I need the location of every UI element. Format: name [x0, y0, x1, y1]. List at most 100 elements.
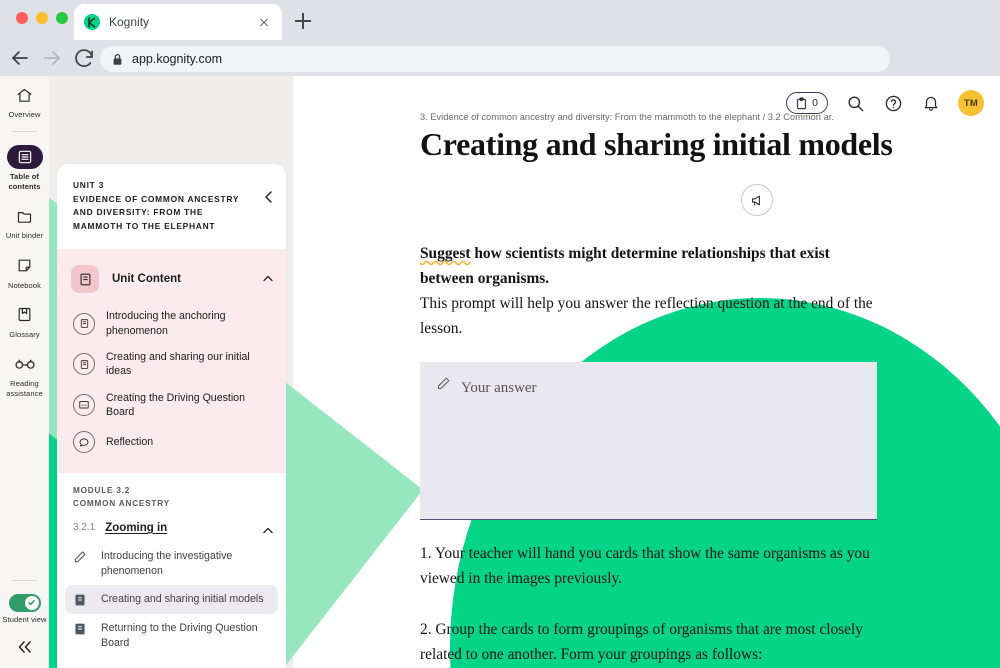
sidebar-item-table-of-contents[interactable]: Table of contents	[0, 138, 49, 197]
reload-icon[interactable]	[72, 46, 96, 70]
folder-icon	[7, 204, 43, 228]
module-kicker-line2: COMMON ANCESTRY	[73, 498, 170, 508]
back-arrow-icon[interactable]	[8, 46, 32, 70]
book-icon	[73, 621, 89, 636]
unit-content-section: Unit Content Introducing the anchoring p…	[57, 249, 286, 474]
clipboard-chip[interactable]: 0	[786, 92, 828, 114]
toc-item-creating-driving-question-board[interactable]: Creating the Driving Question Board	[57, 385, 286, 426]
prompt-heading-rest: how scientists might determine relations…	[420, 245, 830, 287]
search-icon[interactable]	[844, 92, 866, 114]
new-tab-button[interactable]	[292, 10, 314, 32]
student-view-toggle[interactable]: Student view	[0, 587, 49, 630]
close-icon[interactable]	[256, 14, 272, 30]
megaphone-icon[interactable]	[741, 184, 773, 216]
table-of-contents-panel: UNIT 3 EVIDENCE OF COMMON ANCESTRY AND D…	[57, 164, 286, 668]
prompt-heading: Suggest how scientists might determine r…	[420, 242, 880, 292]
lesson-subitem-label: Returning to the Driving Question Board	[101, 622, 258, 650]
breadcrumb: 3. Evidence of common ancestry and diver…	[420, 112, 834, 122]
page-title: Creating and sharing initial models	[420, 126, 893, 162]
book-circle-icon	[73, 353, 95, 376]
chevron-up-icon[interactable]	[262, 273, 274, 285]
sidebar-item-label: Notebook	[8, 280, 41, 290]
unit-header: UNIT 3 EVIDENCE OF COMMON ANCESTRY AND D…	[57, 164, 286, 250]
lesson-subitem-returning-driving-question-board[interactable]: Returning to the Driving Question Board	[65, 614, 278, 658]
spellcheck-underlined-word: Suggest	[420, 245, 471, 262]
left-navigation-rail: Overview Table of contents Unit binder N…	[0, 76, 49, 668]
book-icon	[7, 303, 43, 327]
forward-arrow-icon[interactable]	[40, 46, 64, 70]
address-bar[interactable]: app.kognity.com	[100, 46, 890, 72]
browser-tab-kognity[interactable]: Kognity	[74, 4, 282, 40]
sidebar-item-label: Glossary	[9, 329, 40, 339]
book-icon	[71, 265, 99, 294]
toc-item-label: Introducing the anchoring phenomenon	[106, 310, 226, 337]
sidebar-item-label: Reading assistance	[6, 379, 43, 398]
article-body: Suggest how scientists might determine r…	[420, 242, 880, 668]
lesson-number: 3.2.1	[73, 522, 96, 534]
main-content: 0 TM 3. Evidence of common ancestry and …	[293, 76, 1000, 668]
unit-label: UNIT 3	[73, 180, 105, 190]
avatar[interactable]: TM	[958, 90, 984, 116]
url-text: app.kognity.com	[132, 52, 223, 66]
home-icon	[7, 83, 43, 107]
lesson-subitem-label: Introducing the investigative phenomenon	[101, 549, 233, 577]
answer-placeholder: Your answer	[461, 379, 537, 396]
book-circle-icon	[73, 312, 95, 335]
sidebar-item-glossary[interactable]: Glossary	[0, 296, 49, 345]
module-kicker-line1: MODULE 3.2	[73, 486, 131, 496]
rail-divider	[12, 131, 37, 133]
rail-divider-bottom	[12, 579, 37, 581]
note-icon	[7, 254, 43, 278]
glasses-icon	[7, 352, 43, 376]
sidebar-item-label: Unit binder	[5, 231, 44, 241]
toc-navigation: All units	[57, 658, 286, 668]
sidebar-item-overview[interactable]: Overview	[0, 76, 49, 125]
bell-icon[interactable]	[920, 92, 942, 114]
toc-item-label: Creating and sharing our initial ideas	[106, 351, 250, 378]
tab-title: Kognity	[109, 15, 150, 29]
browser-toolbar: app.kognity.com	[0, 40, 1000, 103]
clipboard-count: 0	[812, 97, 818, 109]
toc-item-label: Creating the Driving Question Board	[106, 391, 245, 418]
toc-item-label: Reflection	[106, 436, 154, 449]
sidebar-item-reading-assistance[interactable]: Reading assistance	[0, 345, 49, 404]
lesson-subitem-label: Creating and sharing initial models	[101, 593, 264, 606]
tab-strip: Kognity	[0, 0, 1000, 40]
lesson-subitem-creating-sharing-initial-models[interactable]: Creating and sharing initial models	[65, 585, 278, 615]
question-circle-icon[interactable]	[882, 92, 904, 114]
module-section: MODULE 3.2 COMMON ANCESTRY 3.2.1 Zooming…	[57, 473, 286, 668]
lock-icon	[112, 53, 123, 66]
toggle-pill[interactable]	[8, 593, 41, 612]
toc-item-introducing-anchoring-phenomenon[interactable]: Introducing the anchoring phenomenon	[57, 303, 286, 344]
sidebar-item-notebook[interactable]: Notebook	[0, 247, 49, 296]
step-2-text: 2. Group the cards to form groupings of …	[420, 620, 863, 663]
unit-content-header[interactable]: Unit Content	[57, 259, 286, 303]
chevron-left-icon[interactable]	[262, 190, 276, 204]
list-icon	[6, 145, 43, 170]
speech-circle-icon	[73, 431, 95, 454]
unit-content-label: Unit Content	[112, 273, 181, 286]
chevron-up-icon[interactable]	[262, 525, 274, 537]
kognity-logo-icon	[84, 14, 100, 30]
sidebar-item-unit-binder[interactable]: Unit binder	[0, 197, 49, 246]
collapse-sidebar-button[interactable]	[16, 630, 34, 668]
clipboard-icon	[796, 96, 807, 110]
pencil-icon	[73, 549, 89, 564]
page-viewport: Overview Table of contents Unit binder N…	[0, 76, 1000, 668]
pencil-icon	[436, 376, 451, 391]
unit-title: EVIDENCE OF COMMON ANCESTRY AND DIVERSIT…	[73, 193, 240, 231]
sidebar-item-label: Overview	[8, 110, 41, 119]
lesson-subitem-introducing-investigative-phenomenon[interactable]: Introducing the investigative phenomenon	[65, 542, 278, 586]
toc-item-reflection[interactable]: Reflection	[57, 425, 286, 459]
answer-input[interactable]: Your answer	[420, 361, 877, 520]
sidebar-item-label: Table of contents	[8, 172, 41, 191]
toc-item-creating-sharing-initial-ideas[interactable]: Creating and sharing our initial ideas	[57, 344, 286, 385]
browser-chrome: Kognity app.kognity.com	[0, 0, 1000, 103]
check-icon	[24, 595, 39, 610]
student-view-label: Student view	[2, 614, 47, 624]
step-1-text: 1. Your teacher will hand you cards that…	[420, 544, 870, 587]
lesson-header[interactable]: 3.2.1 Zooming in	[57, 510, 286, 542]
board-circle-icon	[73, 393, 95, 416]
book-icon	[73, 592, 89, 607]
lesson-title: Zooming in	[105, 521, 168, 534]
